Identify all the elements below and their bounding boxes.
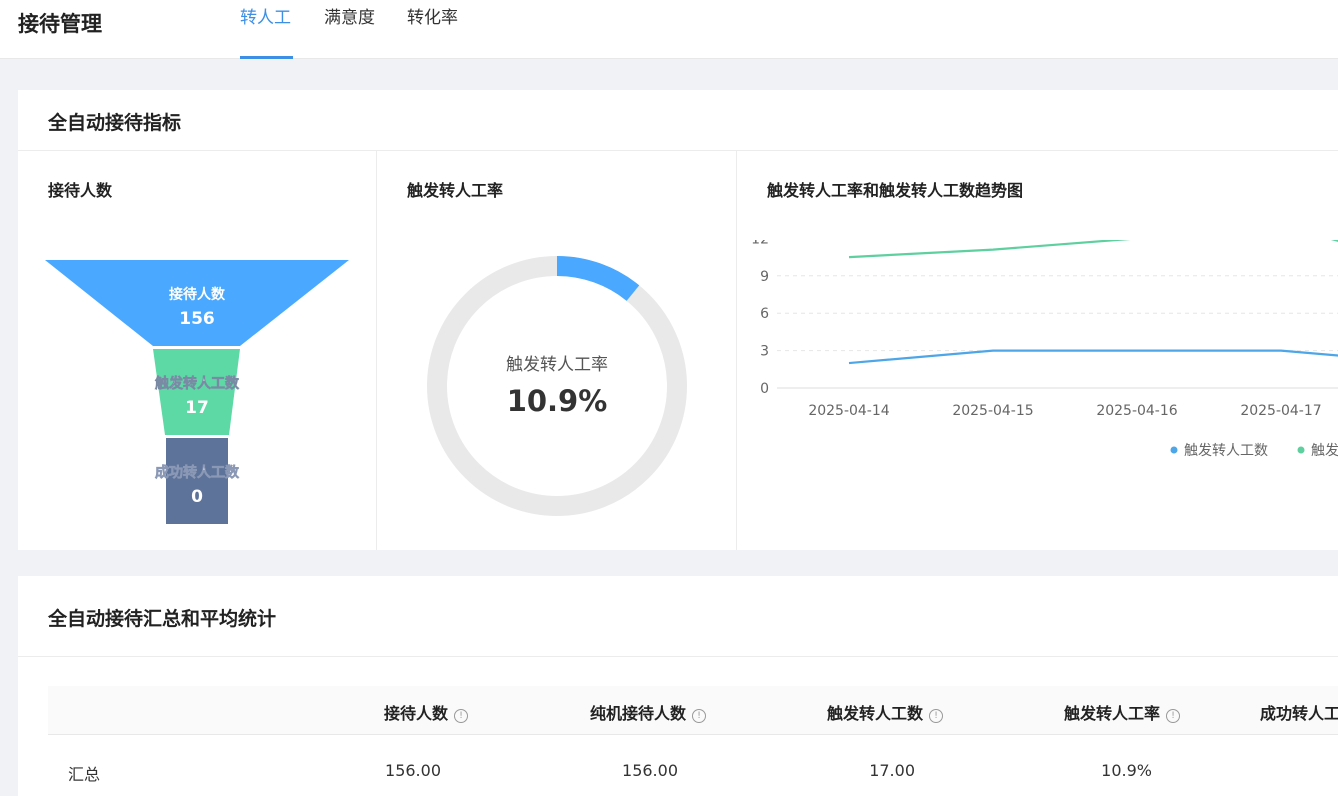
divider [18,150,1338,151]
row-label: 汇总 [68,765,101,784]
cell-pure-bot: 156.00 [622,761,678,780]
series-line-trigger-rate[interactable] [848,240,1338,263]
info-icon[interactable]: ! [1166,709,1180,723]
summary-card-title: 全自动接待汇总和平均统计 [48,608,277,630]
info-icon[interactable]: ! [929,709,943,723]
metrics-card: 全自动接待指标 接待人数 接待人数 156 触发转人工数 17 成功转人工数 0… [18,90,1338,550]
legend-label[interactable]: 触发 [1311,443,1338,459]
column-header-triggered[interactable]: 触发转人工数! [827,700,943,724]
cell-trigger-rate: 10.9% [1101,761,1152,780]
funnel-label-triggered: 触发转人工数 [154,375,240,392]
donut-center-label: 触发转人工率 [506,355,608,375]
funnel-stage-triggered[interactable] [153,349,240,435]
legend-label[interactable]: 触发转人工数 [1184,443,1268,459]
rate-panel-title: 触发转人工率 [407,181,504,200]
y-tick-label: 6 [760,306,769,322]
x-tick-label: 2025-04-15 [952,403,1033,419]
cell-received: 156.00 [385,761,441,780]
info-icon[interactable]: ! [692,709,706,723]
tab-transfer-human[interactable]: 转人工 [240,3,293,59]
funnel-label-success: 成功转人工数 [155,464,240,481]
funnel-chart: 接待人数 156 触发转人工数 17 成功转人工数 0 [45,260,349,524]
column-header-pure-bot[interactable]: 纯机接待人数! [590,700,706,724]
y-tick-label: 3 [760,344,769,360]
divider [376,150,377,550]
funnel-label-received: 接待人数 [169,286,226,303]
metrics-card-title: 全自动接待指标 [48,112,182,134]
funnel-stage-success[interactable] [166,438,228,524]
series-line-trigger-count[interactable] [848,349,1338,365]
tab-satisfaction[interactable]: 满意度 [324,3,375,58]
y-tick-label: 9 [760,269,769,285]
page-title: 接待管理 [18,12,102,36]
tab-conversion-rate[interactable]: 转化率 [407,3,458,58]
y-tick-label: 12 [751,240,769,247]
trend-line-chart: 03691215 2025-04-142025-04-152025-04-162… [751,240,1338,459]
info-icon[interactable]: ! [454,709,468,723]
donut-center-value: 10.9% [507,384,608,418]
y-tick-label: 0 [760,381,769,397]
funnel-panel-title: 接待人数 [48,181,113,200]
x-tick-label: 2025-04-14 [808,403,889,419]
column-header-trigger-rate[interactable]: 触发转人工率! [1064,700,1180,724]
column-header-received[interactable]: 接待人数! [384,700,468,724]
table-header: 接待人数! 纯机接待人数! 触发转人工数! 触发转人工率! 成功转人工 [48,686,1338,735]
cell-triggered: 17.00 [869,761,915,780]
legend-marker [1170,446,1178,454]
x-tick-label: 2025-04-17 [1240,403,1321,419]
rate-donut-chart: 触发转人工率 10.9% [427,256,687,516]
funnel-value-triggered: 17 [185,398,209,418]
trend-panel-title: 触发转人工率和触发转人工数趋势图 [767,181,1024,200]
top-bar: 接待管理 转人工 满意度 转化率 [0,0,1338,59]
funnel-value-received: 156 [179,309,215,329]
legend-marker [1297,446,1305,454]
summary-card: 全自动接待汇总和平均统计 接待人数! 纯机接待人数! 触发转人工数! 触发转人工… [18,576,1338,796]
x-tick-label: 2025-04-16 [1096,403,1177,419]
divider [18,656,1338,657]
column-header-success[interactable]: 成功转人工 [1260,700,1338,724]
funnel-value-success: 0 [191,487,203,507]
funnel-stage-received[interactable] [45,260,349,346]
